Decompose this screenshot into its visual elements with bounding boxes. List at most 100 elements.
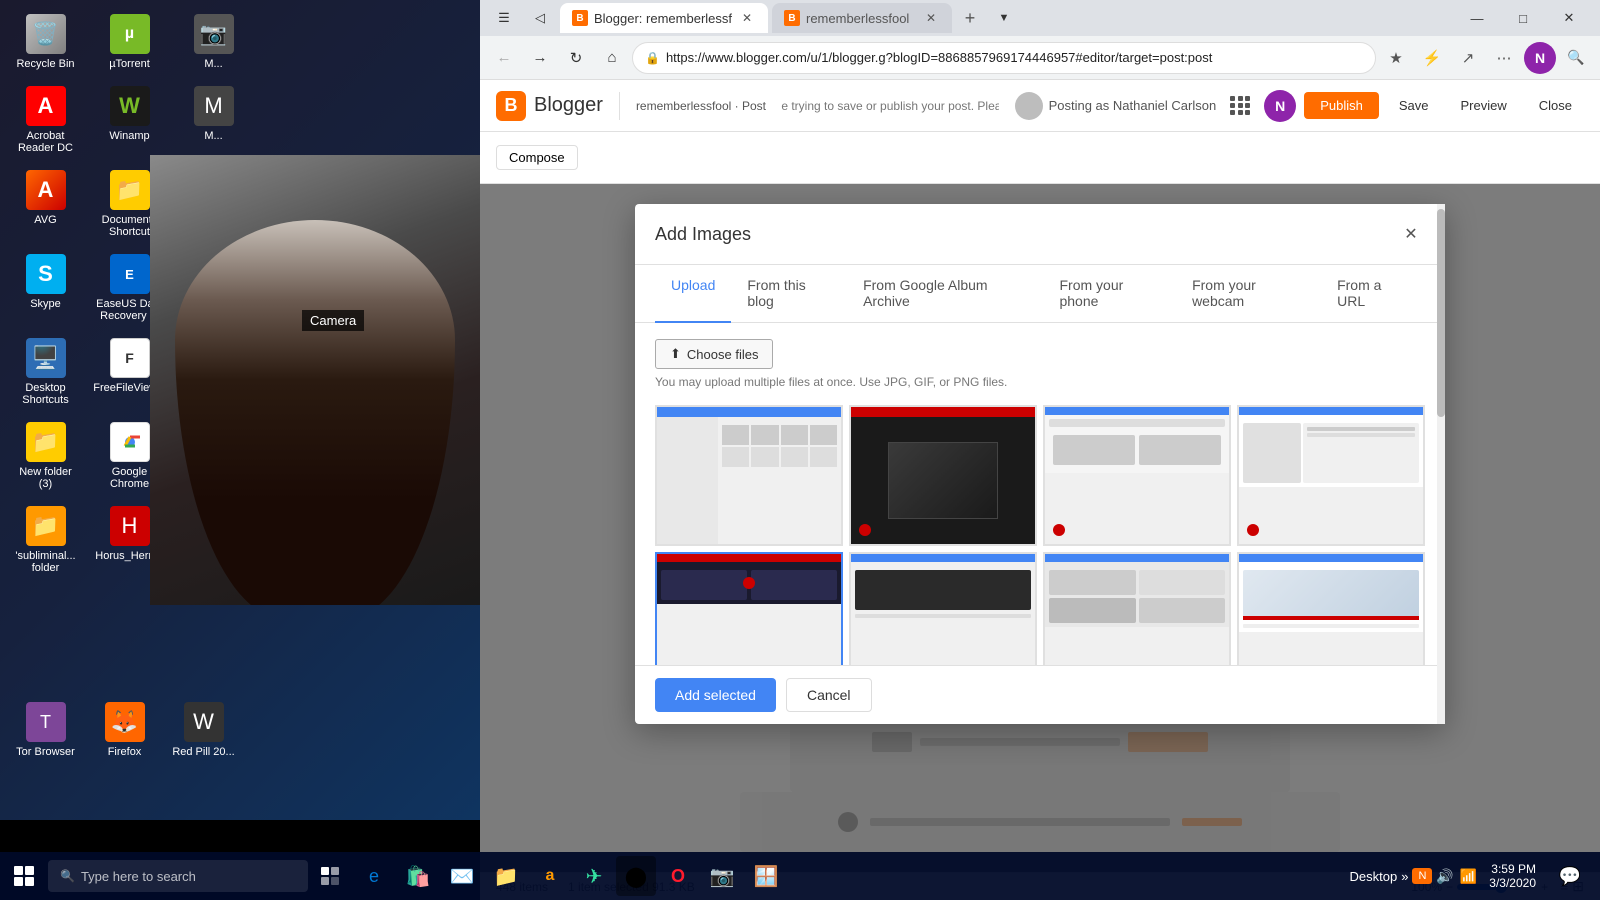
tab-from-blog[interactable]: From this blog bbox=[731, 265, 847, 323]
image-thumb-6[interactable] bbox=[849, 552, 1037, 665]
tab-from-webcam[interactable]: From your webcam bbox=[1176, 265, 1321, 323]
icon-firefox[interactable]: 🦊 Firefox bbox=[87, 696, 162, 764]
close-button[interactable]: ✕ bbox=[1546, 0, 1592, 36]
taskbar-search[interactable]: 🔍 Type here to search bbox=[48, 860, 308, 892]
person-silhouette bbox=[175, 220, 455, 605]
utorrent-icon: µ bbox=[110, 14, 150, 54]
selected-indicator bbox=[743, 577, 755, 589]
save-button[interactable]: Save bbox=[1387, 92, 1441, 119]
share-button[interactable]: ↗ bbox=[1452, 42, 1484, 74]
taskbar-tripadvisor-button[interactable]: ✈ bbox=[572, 854, 616, 898]
browser-nav-bar: ← → ↻ ⌂ 🔒 https://www.blogger.com/u/1/bl… bbox=[480, 36, 1600, 80]
taskbar-unknown-1[interactable]: ⬤ bbox=[616, 856, 656, 896]
browser-menu-button[interactable]: ⋯ bbox=[1488, 42, 1520, 74]
maximize-button[interactable]: □ bbox=[1500, 0, 1546, 36]
icon-subliminal[interactable]: 📁 'subliminal... folder bbox=[8, 500, 83, 580]
tab-dropdown-button[interactable]: ▼ bbox=[988, 2, 1020, 34]
tab-from-album[interactable]: From Google Album Archive bbox=[847, 265, 1043, 323]
browser-nav-back-arrow[interactable]: ◁ bbox=[524, 2, 556, 34]
image-thumb-4[interactable] bbox=[1237, 405, 1425, 546]
icon-skype[interactable]: S Skype bbox=[8, 248, 83, 328]
posting-avatar bbox=[1015, 92, 1043, 120]
search-sidebar-button[interactable]: 🔍 bbox=[1560, 42, 1592, 74]
close-post-button[interactable]: Close bbox=[1527, 92, 1584, 119]
icon-avg[interactable]: A AVG bbox=[8, 164, 83, 244]
speakers-icon[interactable]: 🔊 bbox=[1436, 868, 1453, 885]
modal-scrollbar[interactable] bbox=[1437, 204, 1445, 724]
icon-new-folder-label: New folder (3) bbox=[12, 466, 79, 490]
bookmark-star-button[interactable]: ★ bbox=[1380, 42, 1412, 74]
image-thumb-5[interactable] bbox=[655, 552, 843, 665]
taskbar-windows-button[interactable]: 🪟 bbox=[744, 854, 788, 898]
taskbar-explorer-button[interactable]: 📁 bbox=[484, 854, 528, 898]
browser-nav-sidebar[interactable]: ☰ bbox=[488, 2, 520, 34]
taskbar-opera-button[interactable]: O bbox=[656, 854, 700, 898]
google-apps-button[interactable] bbox=[1224, 90, 1256, 122]
start-button[interactable] bbox=[0, 852, 48, 900]
subliminal-icon: 📁 bbox=[26, 506, 66, 546]
desktop-label-text: Desktop bbox=[1350, 869, 1398, 884]
publish-button[interactable]: Publish bbox=[1304, 92, 1379, 119]
window-controls: — □ ✕ bbox=[1454, 0, 1592, 36]
search-placeholder: Type here to search bbox=[81, 869, 196, 884]
acrobat-icon: A bbox=[26, 86, 66, 126]
taskbar-edge-button[interactable]: e bbox=[352, 854, 396, 898]
browser-tab-close-2[interactable]: ✕ bbox=[922, 9, 940, 27]
minimize-button[interactable]: — bbox=[1454, 0, 1500, 36]
icon-camera[interactable]: 📷 M... bbox=[176, 8, 251, 76]
home-button[interactable]: ⌂ bbox=[596, 42, 628, 74]
modal-footer: Add selected Cancel bbox=[635, 665, 1445, 724]
add-selected-button[interactable]: Add selected bbox=[655, 678, 776, 712]
thumb-ui-1 bbox=[657, 407, 841, 544]
image-thumb-8[interactable] bbox=[1237, 552, 1425, 665]
icon-acrobat[interactable]: A Acrobat Reader DC bbox=[8, 80, 83, 160]
browser-tab-close-1[interactable]: ✕ bbox=[738, 9, 756, 27]
winamp-icon: W bbox=[110, 86, 150, 126]
notification-button[interactable]: 💬 bbox=[1548, 854, 1592, 898]
tab-upload[interactable]: Upload bbox=[655, 265, 731, 323]
tab-from-url[interactable]: From a URL bbox=[1321, 265, 1425, 323]
browser-window: ☰ ◁ B Blogger: rememberlessf ✕ B remembe… bbox=[480, 0, 1600, 900]
refresh-button[interactable]: ↻ bbox=[560, 42, 592, 74]
modal-title: Add Images bbox=[655, 224, 751, 245]
preview-button[interactable]: Preview bbox=[1449, 92, 1519, 119]
icon-desktop-shortcuts[interactable]: 🖥️ Desktop Shortcuts bbox=[8, 332, 83, 412]
browser-tab-inactive[interactable]: B rememberlessfool ✕ bbox=[772, 3, 952, 33]
icon-redpill[interactable]: W Red Pill 20... bbox=[166, 696, 241, 764]
image-thumb-2[interactable] bbox=[849, 405, 1037, 546]
back-button[interactable]: ← bbox=[488, 42, 520, 74]
icon-new-folder[interactable]: 📁 New folder (3) bbox=[8, 416, 83, 496]
image-thumb-7[interactable] bbox=[1043, 552, 1231, 665]
image-thumb-3[interactable] bbox=[1043, 405, 1231, 546]
system-clock[interactable]: 3:59 PM 3/3/2020 bbox=[1481, 858, 1544, 894]
icon-recycle-bin[interactable]: 🗑️ Recycle Bin bbox=[8, 8, 83, 76]
taskbar-mail-button[interactable]: ✉️ bbox=[440, 854, 484, 898]
address-bar[interactable]: 🔒 https://www.blogger.com/u/1/blogger.g?… bbox=[632, 42, 1376, 74]
browser-tab-active[interactable]: B Blogger: rememberlessf ✕ bbox=[560, 3, 768, 33]
thumb-ui-6 bbox=[851, 554, 1035, 665]
icon-winamp[interactable]: W Winamp bbox=[92, 80, 167, 160]
desktop: 🗑️ Recycle Bin µ µTorrent 📷 M... A Acrob… bbox=[0, 0, 480, 820]
image-thumb-1[interactable] bbox=[655, 405, 843, 546]
user-profile-button[interactable]: N bbox=[1264, 90, 1296, 122]
cancel-button[interactable]: Cancel bbox=[786, 678, 872, 712]
taskbar-store-button[interactable]: 🛍️ bbox=[396, 854, 440, 898]
modal-close-button[interactable]: ✕ bbox=[1397, 220, 1425, 248]
choose-files-button[interactable]: ⬆ Choose files bbox=[655, 339, 773, 369]
icon-utorrent[interactable]: µ µTorrent bbox=[92, 8, 167, 76]
modal-body: ⬆ Choose files You may upload multiple f… bbox=[635, 323, 1445, 665]
new-tab-button[interactable]: + bbox=[956, 4, 984, 32]
network-icon[interactable]: 📶 bbox=[1460, 868, 1477, 885]
icon-tor-browser[interactable]: T Tor Browser bbox=[8, 696, 83, 764]
taskbar-camera-button[interactable]: 📷 bbox=[700, 854, 744, 898]
icon-m[interactable]: M M... bbox=[176, 80, 251, 160]
taskbar-amazon-button[interactable]: a bbox=[528, 854, 572, 898]
tab-from-phone[interactable]: From your phone bbox=[1043, 265, 1176, 323]
taskbar-task-view[interactable] bbox=[308, 854, 352, 898]
icon-m-label: M... bbox=[204, 130, 222, 142]
forward-button[interactable]: → bbox=[524, 42, 556, 74]
compose-button[interactable]: Compose bbox=[496, 145, 578, 170]
profile-button[interactable]: N bbox=[1524, 42, 1556, 74]
browser-extension-button[interactable]: ⚡ bbox=[1416, 42, 1448, 74]
redpill-icon: W bbox=[184, 702, 224, 742]
